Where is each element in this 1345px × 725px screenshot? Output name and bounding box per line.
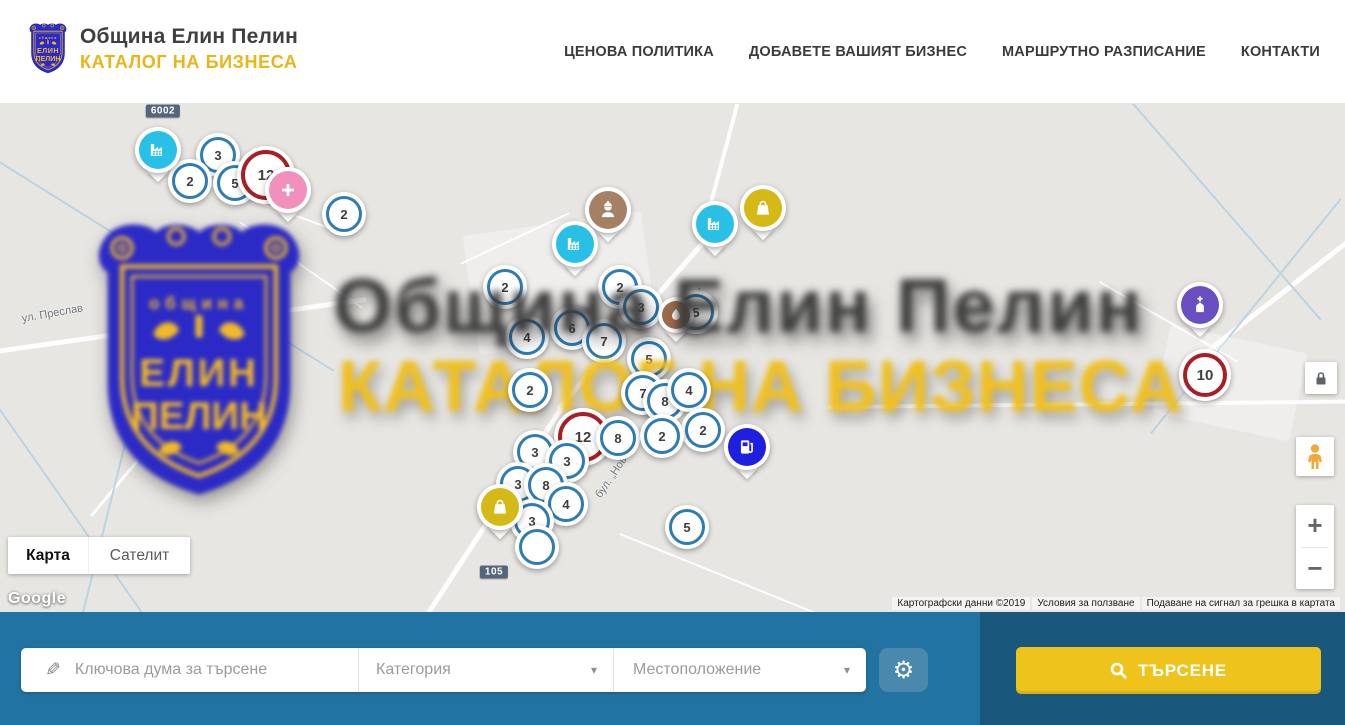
location-value: Местоположение bbox=[633, 661, 761, 679]
cluster-marker[interactable] bbox=[515, 525, 559, 569]
cluster-count: 2 bbox=[658, 429, 665, 444]
cluster-marker[interactable]: 2 bbox=[508, 368, 552, 412]
cluster-count: 4 bbox=[562, 497, 569, 512]
site-title: Община Елин Пелин bbox=[80, 25, 298, 49]
chevron-down-icon: ▾ bbox=[844, 663, 850, 677]
fuel-icon bbox=[728, 428, 766, 466]
zoom-out-button[interactable]: − bbox=[1296, 548, 1334, 590]
search-bar: ✎ Категория ▾ Местоположение ▾ ⚙ ТЪРСЕНЕ bbox=[0, 612, 1345, 725]
cluster-count: 10 bbox=[1197, 367, 1214, 384]
cluster-marker[interactable]: 2 bbox=[640, 414, 684, 458]
advanced-settings-button[interactable]: ⚙ bbox=[879, 648, 928, 692]
cluster-marker[interactable]: 4 bbox=[667, 368, 711, 412]
cluster-count: 2 bbox=[526, 383, 533, 398]
chevron-down-icon: ▾ bbox=[591, 663, 597, 677]
pegman-icon bbox=[1304, 443, 1326, 471]
site-logo[interactable]: община ЕЛИН ПЕЛИН Община Елин Пелин КАТА… bbox=[27, 22, 298, 75]
svg-text:ЕЛИН: ЕЛИН bbox=[37, 47, 59, 55]
search-button-label: ТЪРСЕНЕ bbox=[1138, 661, 1227, 681]
nav-pricing-policy[interactable]: ЦЕНОВА ПОЛИТИКА bbox=[564, 44, 714, 60]
header: община ЕЛИН ПЕЛИН Община Елин Пелин КАТА… bbox=[0, 0, 1345, 103]
pencil-icon: ✎ bbox=[45, 659, 61, 681]
site-subtitle: КАТАЛОГ НА БИЗНЕСА bbox=[80, 52, 298, 73]
google-logo[interactable]: Google bbox=[8, 590, 66, 608]
cluster-count: 3 bbox=[563, 454, 570, 469]
cluster-ring bbox=[519, 529, 555, 565]
map-canvas[interactable]: ул. Преславбул. „Новоселци" 6002105 3251… bbox=[0, 103, 1345, 612]
marker-layer-front: 278421282333843510 bbox=[0, 103, 1345, 612]
map-type-control: Карта Сателит bbox=[8, 537, 190, 574]
bag-pin[interactable] bbox=[477, 484, 523, 530]
attribution-terms-link[interactable]: Условия за ползване bbox=[1032, 597, 1139, 610]
cluster-marker[interactable]: 5 bbox=[665, 505, 709, 549]
cluster-marker[interactable]: 10 bbox=[1179, 349, 1231, 401]
cluster-marker[interactable]: 8 bbox=[596, 416, 640, 460]
keyword-input[interactable] bbox=[73, 660, 313, 680]
attribution-report-link[interactable]: Подаване на сигнал за грешка в картата bbox=[1142, 597, 1340, 610]
page: община ЕЛИН ПЕЛИН Община Елин Пелин КАТА… bbox=[0, 0, 1345, 725]
keyword-field[interactable]: ✎ bbox=[21, 648, 358, 692]
zoom-in-button[interactable]: + bbox=[1296, 505, 1334, 547]
map-type-map-button[interactable]: Карта bbox=[8, 537, 88, 574]
cluster-count: 8 bbox=[614, 431, 621, 446]
bag-icon bbox=[481, 488, 519, 526]
fullscreen-lock-button[interactable] bbox=[1305, 362, 1337, 394]
lock-icon bbox=[1314, 371, 1328, 386]
map-type-satellite-button[interactable]: Сателит bbox=[88, 537, 190, 574]
search-button[interactable]: ТЪРСЕНЕ bbox=[1016, 647, 1321, 694]
gear-icon: ⚙ bbox=[893, 658, 915, 682]
search-icon bbox=[1110, 662, 1127, 679]
cluster-count: 3 bbox=[531, 445, 538, 460]
map-attribution: Картографски данни ©2019 Условия за полз… bbox=[892, 597, 1340, 610]
street-view-pegman[interactable] bbox=[1296, 437, 1334, 476]
svg-text:община: община bbox=[39, 36, 57, 40]
nav-add-your-business[interactable]: ДОБАВЕТЕ ВАШИЯТ БИЗНЕС bbox=[749, 44, 967, 60]
municipality-emblem-icon: община ЕЛИН ПЕЛИН bbox=[27, 22, 69, 75]
location-select[interactable]: Местоположение ▾ bbox=[614, 648, 866, 692]
cluster-count: 5 bbox=[683, 520, 690, 535]
fuel-pin[interactable] bbox=[724, 424, 770, 470]
main-nav: ЦЕНОВА ПОЛИТИКА ДОБАВЕТЕ ВАШИЯТ БИЗНЕС М… bbox=[564, 0, 1320, 103]
nav-route-schedule[interactable]: МАРШРУТНО РАЗПИСАНИЕ bbox=[1002, 44, 1206, 60]
zoom-control: + − bbox=[1296, 505, 1334, 589]
attribution-data: Картографски данни ©2019 bbox=[892, 597, 1030, 610]
brand-text: Община Елин Пелин КАТАЛОГ НА БИЗНЕСА bbox=[80, 25, 298, 73]
cluster-count: 4 bbox=[685, 383, 692, 398]
category-select[interactable]: Категория ▾ bbox=[359, 648, 613, 692]
search-box: ✎ Категория ▾ Местоположение ▾ bbox=[21, 648, 866, 692]
cluster-marker[interactable]: 2 bbox=[681, 408, 725, 452]
category-value: Категория bbox=[376, 661, 451, 679]
svg-text:ПЕЛИН: ПЕЛИН bbox=[36, 55, 61, 63]
cluster-count: 2 bbox=[699, 423, 706, 438]
nav-contacts[interactable]: КОНТАКТИ bbox=[1241, 44, 1320, 60]
